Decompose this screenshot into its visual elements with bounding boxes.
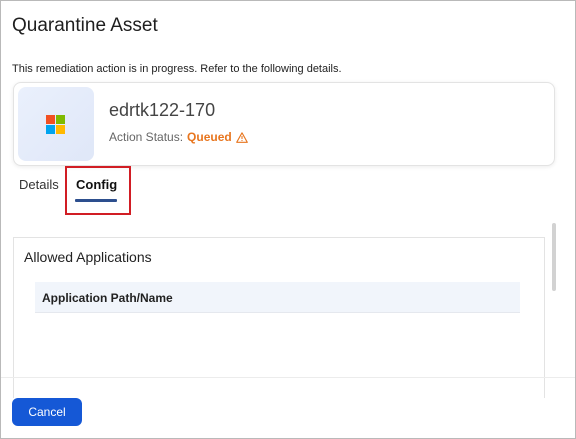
- quarantine-dialog: Quarantine Asset This remediation action…: [0, 0, 576, 439]
- scrollbar[interactable]: [552, 223, 556, 291]
- warning-triangle-icon: [235, 132, 248, 146]
- allowed-applications-panel: Allowed Applications Application Path/Na…: [13, 237, 545, 398]
- asset-card: edrtk122-170 Action Status: Queued: [13, 82, 555, 166]
- cancel-button[interactable]: Cancel: [12, 398, 82, 426]
- windows-logo-icon: [46, 115, 66, 135]
- table-header: Application Path/Name: [35, 282, 520, 313]
- panel-title: Allowed Applications: [24, 249, 152, 265]
- dialog-title: Quarantine Asset: [12, 15, 158, 36]
- asset-name: edrtk122-170: [109, 100, 216, 120]
- config-tab-highlight-box: [65, 166, 131, 215]
- dialog-description: This remediation action is in progress. …: [12, 63, 342, 75]
- tab-details[interactable]: Details: [19, 177, 59, 192]
- action-status-label: Action Status:: [109, 130, 184, 144]
- action-status: Action Status: Queued: [109, 130, 248, 146]
- action-status-value: Queued: [187, 130, 232, 144]
- footer-divider: [1, 377, 575, 378]
- asset-logo-tile: [18, 87, 94, 161]
- column-header-application-path: Application Path/Name: [42, 291, 173, 305]
